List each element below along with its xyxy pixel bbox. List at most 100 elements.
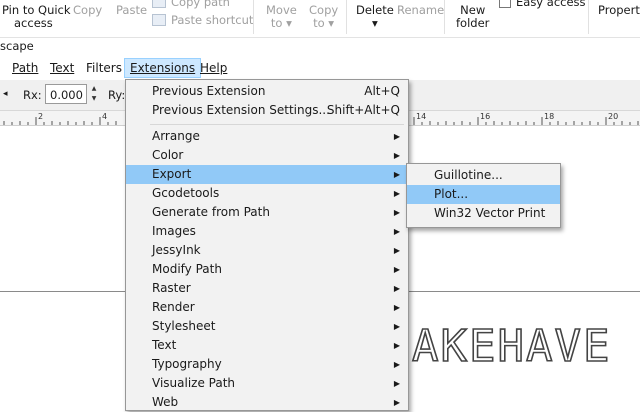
easy-access-button[interactable]: Easy access [499,0,586,9]
file-explorer-ribbon: Pin to Quick access Copy Paste Copy path… [0,0,640,38]
menu-item-label: Previous Extension Settings... [152,103,330,117]
export-submenu: Guillotine... Plot... Win32 Vector Print [406,163,561,228]
menu-bar: Path Text Filters Extensions Help [0,57,640,78]
ruler-tick-label: 20 [608,112,619,121]
easy-access-label: Easy access [516,0,586,9]
menu-item-images[interactable]: Images ▶ [126,222,408,241]
menu-help[interactable]: Help [195,59,232,77]
chevron-up-icon[interactable]: ▲ [89,84,99,94]
easy-access-icon [499,0,511,8]
paste-shortcut-label: Paste shortcut [171,13,254,27]
ruler-tick-label: 18 [544,112,555,121]
ribbon-separator [253,0,254,34]
menu-item-text[interactable]: Text ▶ [126,336,408,355]
menu-item-label: Raster [152,281,191,295]
copy-to-line2: to ▾ [313,16,335,30]
submenu-arrow-icon: ▶ [393,227,400,236]
menu-item-web[interactable]: Web ▶ [126,393,408,412]
menu-item-label: Text [152,338,177,352]
menu-item-label: Guillotine... [434,168,503,182]
rx-label: Rx: [23,88,42,102]
menu-item-win32-vector-print[interactable]: Win32 Vector Print [407,204,560,223]
submenu-arrow-icon: ▶ [393,360,400,369]
new-folder-button[interactable]: New folder [456,4,489,30]
rx-input[interactable]: 0.000 [45,84,87,104]
submenu-arrow-icon: ▶ [393,379,400,388]
menu-item-label: Render [152,300,195,314]
chevron-down-icon: ▾ [372,16,378,30]
menu-item-previous-extension-settings[interactable]: Previous Extension Settings... Shift+Alt… [126,101,408,120]
new-folder-line2: folder [456,16,490,30]
menu-item-label: Web [152,395,179,409]
copy-button[interactable]: Copy [73,4,102,17]
menu-filters[interactable]: Filters [81,59,127,77]
menu-item-label: Stylesheet [152,319,216,333]
paste-shortcut-icon [152,14,166,26]
chevron-down-icon: ▾ [286,16,292,30]
menu-item-modify-path[interactable]: Modify Path ▶ [126,260,408,279]
menu-item-jessyink[interactable]: JessyInk ▶ [126,241,408,260]
menu-item-plot[interactable]: Plot... [407,185,560,204]
submenu-arrow-icon: ▶ [393,170,400,179]
properties-button[interactable]: Properti [598,4,640,17]
menu-item-shortcut: Shift+Alt+Q [326,103,400,117]
submenu-arrow-icon: ▶ [393,322,400,331]
menu-item-label: Images [152,224,196,238]
menu-item-typography[interactable]: Typography ▶ [126,355,408,374]
menu-text[interactable]: Text [45,59,79,77]
ribbon-separator [588,0,589,34]
ruler-tick-label: 4 [102,112,108,121]
ruler-tick-label: 2 [38,112,44,121]
menu-item-label: Modify Path [152,262,222,276]
submenu-arrow-icon: ▶ [393,132,400,141]
menu-item-label: Generate from Path [152,205,270,219]
submenu-arrow-icon: ▶ [393,208,400,217]
submenu-arrow-icon: ▶ [393,189,400,198]
menu-item-raster[interactable]: Raster ▶ [126,279,408,298]
menu-item-gcodetools[interactable]: Gcodetools ▶ [126,184,408,203]
copy-path-button[interactable]: Copy path [152,0,230,9]
submenu-arrow-icon: ▶ [393,398,400,407]
menu-item-visualize-path[interactable]: Visualize Path ▶ [126,374,408,393]
menu-item-shortcut: Alt+Q [364,84,400,98]
menu-item-generate-from-path[interactable]: Generate from Path ▶ [126,203,408,222]
copy-path-label: Copy path [171,0,230,9]
submenu-arrow-icon: ▶ [393,341,400,350]
rename-button[interactable]: Rename [397,4,444,17]
rx-stepper[interactable]: ▲ ▼ [89,84,99,104]
ry-label: Ry: [108,88,126,102]
canvas-outline-text[interactable]: AKEHAVE [411,320,611,373]
menu-extensions[interactable]: Extensions [124,58,202,78]
menu-item-label: Win32 Vector Print [434,206,546,220]
move-to-button[interactable]: Move to ▾ [266,4,297,30]
menu-item-label: Typography [152,357,222,371]
copy-to-button[interactable]: Copy to ▾ [309,4,338,30]
submenu-arrow-icon: ▶ [393,284,400,293]
paste-shortcut-button[interactable]: Paste shortcut [152,13,253,27]
menu-item-label: JessyInk [152,243,201,257]
paste-button[interactable]: Paste [116,4,147,17]
ribbon-separator [346,0,347,34]
menu-item-render[interactable]: Render ▶ [126,298,408,317]
ribbon-separator [444,0,445,34]
menu-item-label: Gcodetools [152,186,220,200]
window-title: scape [0,39,34,53]
ruler-tick-label: 16 [480,112,491,121]
menu-text-label: Text [50,61,75,75]
chevron-down-icon: ▾ [328,16,335,30]
menu-item-previous-extension[interactable]: Previous Extension Alt+Q [126,82,408,101]
menu-item-color[interactable]: Color ▶ [126,146,408,165]
extensions-menu: Previous Extension Alt+Q Previous Extens… [125,79,409,411]
pin-to-quick-access-button[interactable]: Pin to Quick access [2,4,71,30]
chevron-left-icon[interactable]: ◂ [3,89,8,99]
menu-item-guillotine[interactable]: Guillotine... [407,166,560,185]
chevron-down-icon[interactable]: ▼ [89,94,99,104]
copy-path-icon [152,0,166,8]
submenu-arrow-icon: ▶ [393,303,400,312]
menu-item-arrange[interactable]: Arrange ▶ [126,127,408,146]
menu-item-stylesheet[interactable]: Stylesheet ▶ [126,317,408,336]
submenu-arrow-icon: ▶ [393,265,400,274]
menu-item-export[interactable]: Export ▶ [126,165,408,184]
menu-path[interactable]: Path [7,59,43,77]
delete-button[interactable]: Delete ▾ [356,4,394,30]
